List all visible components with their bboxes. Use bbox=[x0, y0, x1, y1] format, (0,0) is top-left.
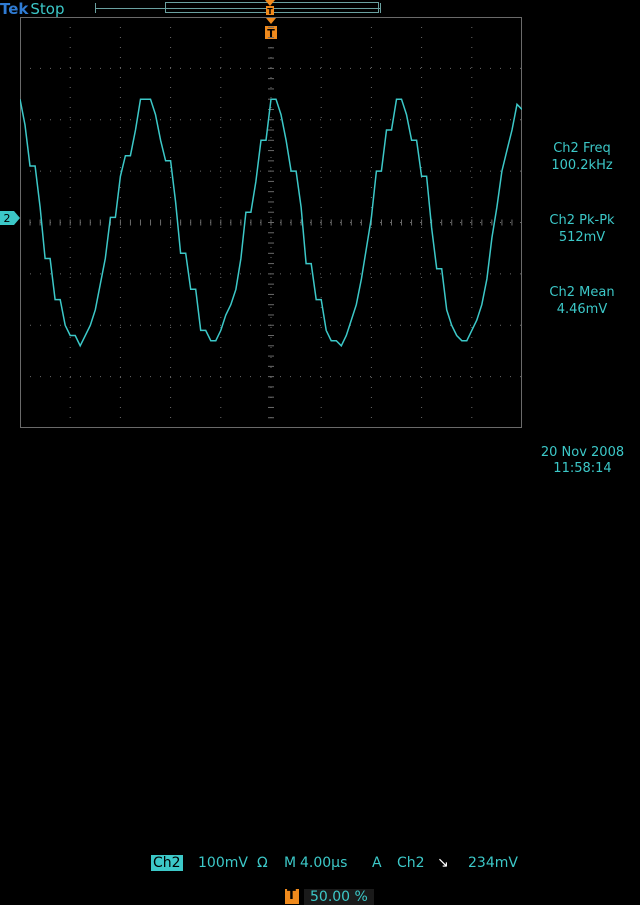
trigger-mode: A bbox=[372, 855, 382, 871]
trigger-source: Ch2 bbox=[397, 855, 425, 871]
channel-indicator: Ch2 bbox=[151, 855, 183, 871]
trigger-position-icon: T bbox=[265, 0, 275, 16]
measurement-pkpk: Ch2 Pk-Pk 512mV bbox=[524, 212, 640, 246]
timebase-label: M bbox=[284, 855, 297, 871]
run-state: Stop bbox=[30, 0, 65, 18]
time-per-div: 4.00µs bbox=[300, 855, 348, 871]
trigger-percent-icon: T bbox=[285, 888, 299, 904]
trigger-percent-letter: T bbox=[287, 888, 296, 903]
ch2-ground-marker-icon: 2 bbox=[0, 211, 20, 225]
measurement-mean-value: 4.46mV bbox=[556, 302, 608, 317]
ch2-marker-label: 2 bbox=[4, 212, 11, 225]
volts-per-div: 100mV bbox=[198, 855, 248, 871]
impedance-symbol: Ω bbox=[257, 855, 268, 871]
measurement-mean: Ch2 Mean 4.46mV bbox=[524, 284, 640, 318]
trigger-position: 50.00 % bbox=[304, 889, 374, 905]
date: 20 Nov 2008 bbox=[540, 445, 625, 460]
date-time: 20 Nov 2008 11:58:14 bbox=[525, 445, 640, 477]
measurement-pkpk-label: Ch2 Pk-Pk bbox=[549, 213, 615, 228]
measurement-freq-label: Ch2 Freq bbox=[553, 141, 611, 156]
measurement-mean-label: Ch2 Mean bbox=[549, 285, 615, 300]
graticule bbox=[20, 17, 522, 428]
trigger-level: 234mV bbox=[468, 855, 518, 871]
measurement-freq-value: 100.2kHz bbox=[551, 158, 613, 173]
brand-logo: Tek bbox=[0, 0, 29, 18]
trigger-slope-icon: ↘ bbox=[437, 855, 449, 871]
brand-run-state: Tek Stop bbox=[0, 0, 65, 18]
measurement-freq: Ch2 Freq 100.2kHz bbox=[524, 140, 640, 174]
trigger-position-letter: T bbox=[267, 7, 273, 16]
waveform-display bbox=[20, 17, 522, 428]
time: 11:58:14 bbox=[553, 461, 612, 476]
top-status-bar: Tek Stop T bbox=[0, 0, 640, 18]
measurement-pkpk-value: 512mV bbox=[558, 230, 606, 245]
